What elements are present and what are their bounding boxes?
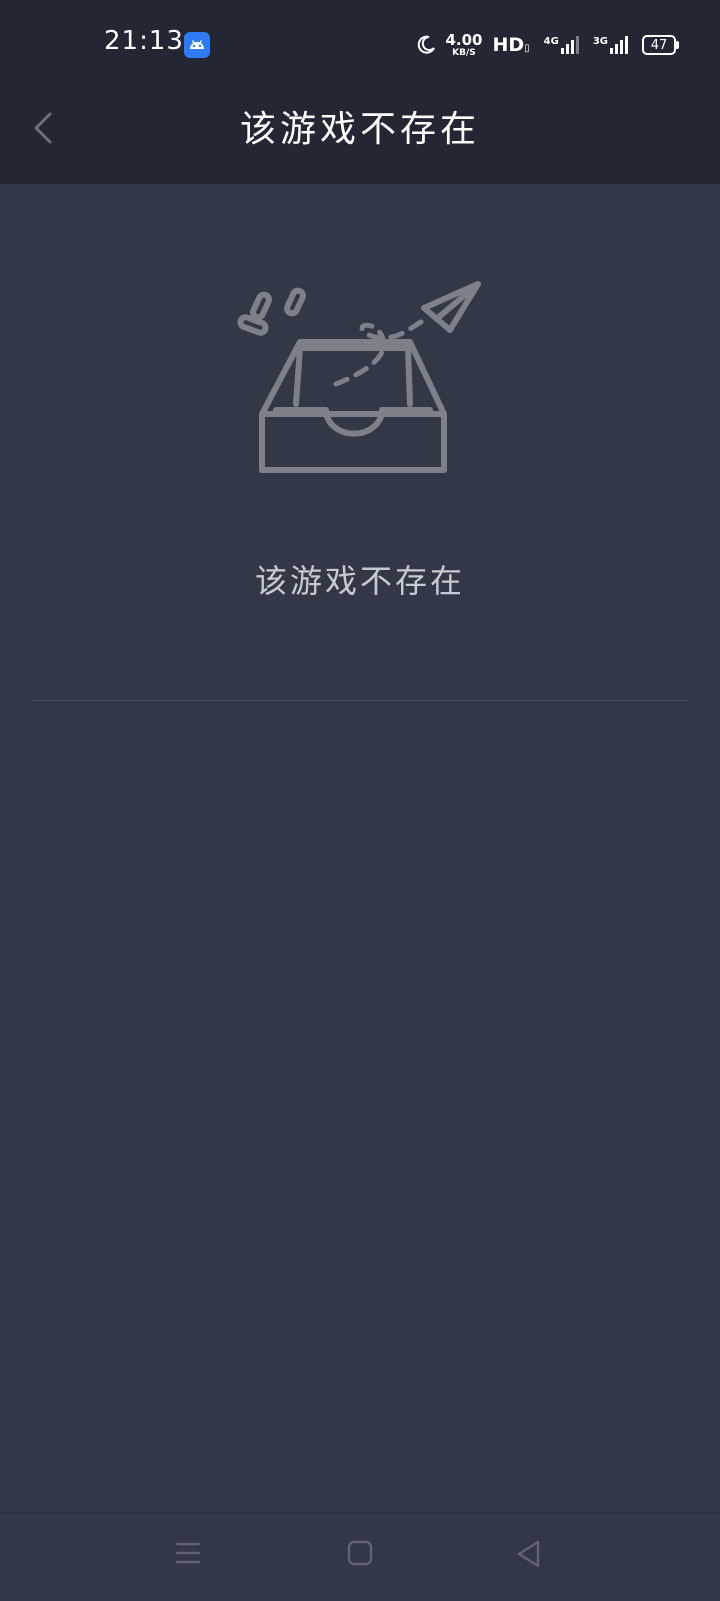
signal-4g: 4G — [544, 36, 579, 54]
divider — [32, 700, 688, 701]
status-bar: 21:13 4.00 KB/S HD▯ 4G 3G 47 — [0, 0, 720, 90]
moon-icon — [418, 35, 436, 54]
signal-3g: 3G — [593, 36, 628, 54]
signal-icon — [610, 36, 628, 54]
network-speed: 4.00 KB/S — [445, 30, 483, 58]
top-bar: 21:13 4.00 KB/S HD▯ 4G 3G 47 该游戏不存在 — [0, 0, 720, 184]
android-app-icon — [184, 32, 210, 58]
nav-menu-button[interactable] — [174, 1539, 202, 1567]
signal-4g-label: 4G — [543, 36, 559, 47]
status-indicators: 4.00 KB/S HD▯ 4G 3G 47 — [415, 28, 679, 62]
signal-icon — [560, 36, 579, 54]
nav-home-button[interactable] — [346, 1539, 374, 1567]
battery-icon: 47 — [642, 35, 679, 55]
empty-box-paper-plane-icon — [236, 278, 490, 486]
hd-label: HD — [492, 34, 525, 56]
signal-3g-label: 3G — [592, 36, 608, 47]
battery-level: 47 — [650, 37, 668, 53]
empty-state-message: 该游戏不存在 — [254, 562, 465, 600]
home-icon — [347, 1540, 373, 1566]
system-navigation-bar — [0, 1512, 720, 1601]
menu-icon — [175, 1542, 201, 1564]
hd-indicator: HD▯ — [492, 34, 530, 56]
page-title: 该游戏不存在 — [239, 109, 480, 150]
back-icon — [517, 1540, 540, 1568]
network-speed-unit: KB/S — [452, 47, 476, 58]
network-speed-value: 4.00 — [445, 30, 483, 49]
status-time: 21:13 — [104, 26, 184, 56]
nav-back-button[interactable] — [514, 1539, 544, 1569]
